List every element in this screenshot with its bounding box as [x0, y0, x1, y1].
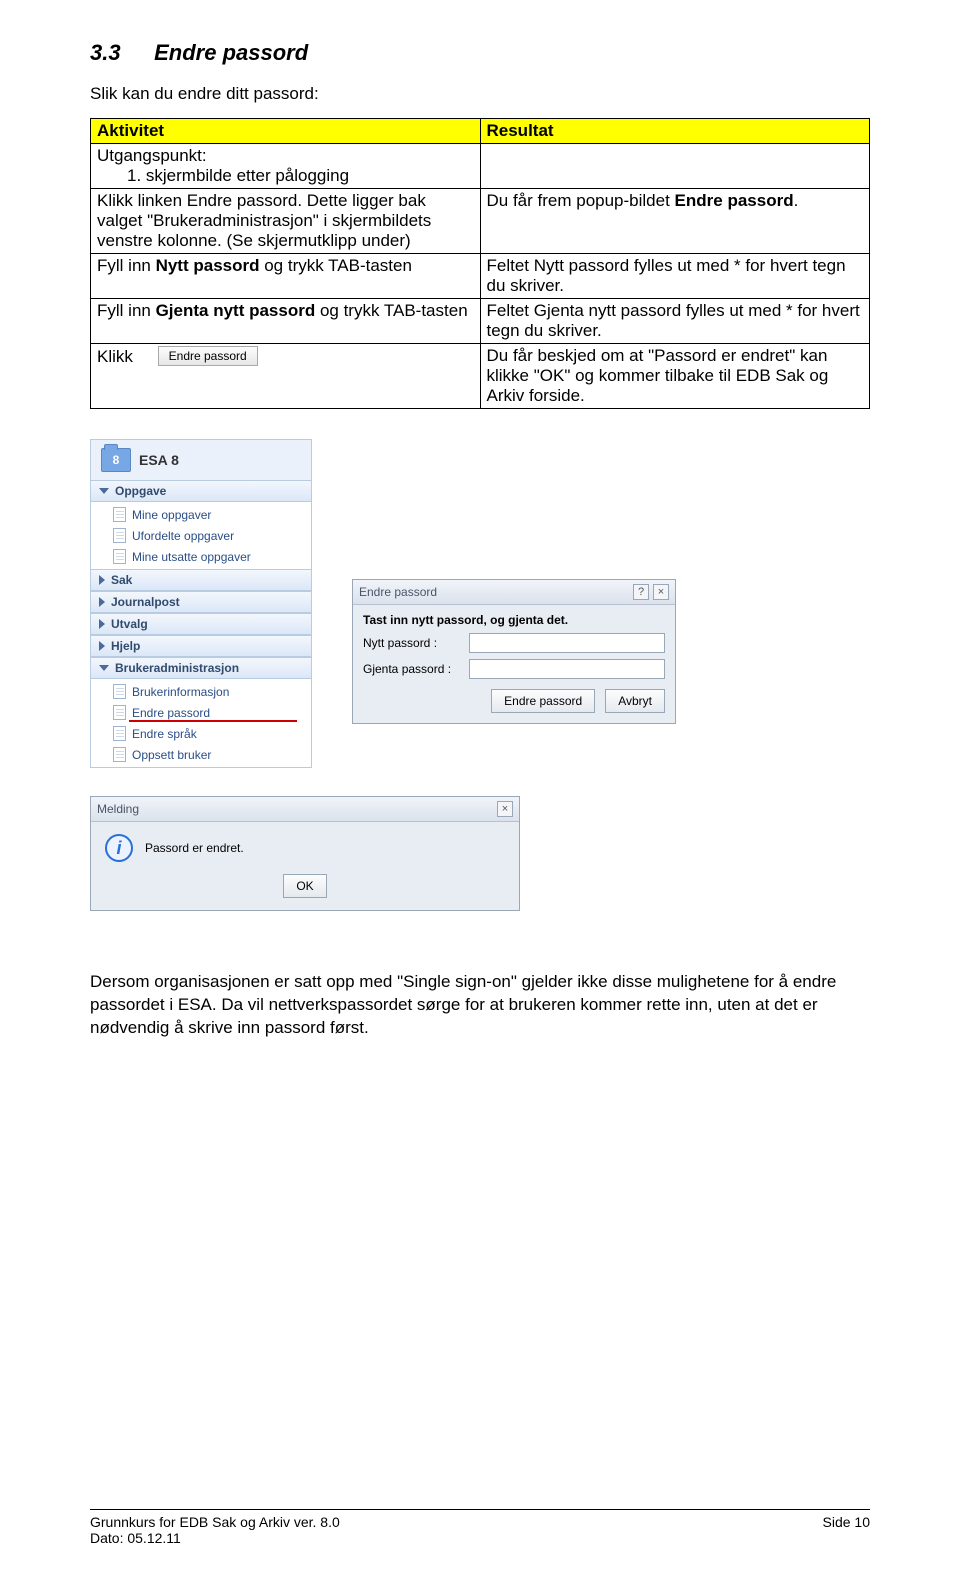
dialog-titlebar: Melding ×: [91, 797, 519, 822]
sidebar-section-label: Oppgave: [115, 484, 166, 498]
app-header: 8 ESA 8: [91, 440, 311, 480]
sidebar-section-label: Journalpost: [111, 595, 180, 609]
help-icon[interactable]: ?: [633, 584, 649, 600]
sidebar-section-label: Hjelp: [111, 639, 140, 653]
endre-passord-button[interactable]: Endre passord: [491, 689, 595, 713]
document-icon: [113, 528, 126, 543]
document-icon: [113, 705, 126, 720]
sidebar-section-header[interactable]: Hjelp: [91, 635, 311, 657]
ok-button[interactable]: OK: [283, 874, 326, 898]
folder-icon: 8: [101, 448, 131, 472]
new-password-input[interactable]: [469, 633, 665, 653]
dialog-title: Endre passord: [359, 585, 437, 599]
melding-text: Passord er endret.: [145, 841, 244, 855]
sidebar-item-label: Endre språk: [132, 727, 197, 741]
footer-page-number: Side 10: [823, 1514, 870, 1546]
chevron-right-icon: [99, 575, 105, 585]
sidebar-section-header[interactable]: Journalpost: [91, 591, 311, 613]
sidebar-item[interactable]: Endre språk: [91, 723, 311, 744]
close-icon[interactable]: ×: [653, 584, 669, 600]
chevron-right-icon: [99, 641, 105, 651]
sidebar-section-header[interactable]: Brukeradministrasjon: [91, 657, 311, 679]
endre-passord-dialog: Endre passord ? × Tast inn nytt passord,…: [352, 579, 676, 724]
chevron-down-icon: [99, 488, 109, 494]
sidebar-item-label: Mine utsatte oppgaver: [132, 550, 251, 564]
sidebar-item-label: Endre passord: [132, 706, 210, 720]
sidebar-section-label: Sak: [111, 573, 132, 587]
footer-left-line2: Dato: 05.12.11: [90, 1530, 340, 1546]
cell-text: Utgangspunkt:: [97, 146, 474, 166]
chevron-down-icon: [99, 665, 109, 671]
sidebar-section-header[interactable]: Sak: [91, 569, 311, 591]
close-icon[interactable]: ×: [497, 801, 513, 817]
document-icon: [113, 507, 126, 522]
dialog-title: Melding: [97, 802, 139, 816]
section-heading: 3.3 Endre passord: [90, 40, 870, 66]
heading-number: 3.3: [90, 40, 148, 66]
intro-text: Slik kan du endre ditt passord:: [90, 84, 870, 104]
document-icon: [113, 549, 126, 564]
cell-text: Du får beskjed om at "Passord er endret"…: [480, 344, 870, 409]
activity-table: Aktivitet Resultat Utgangspunkt: 1. skje…: [90, 118, 870, 409]
sidebar-item-label: Oppsett bruker: [132, 748, 211, 762]
melding-dialog: Melding × i Passord er endret. OK: [90, 796, 520, 911]
repeat-password-input[interactable]: [469, 659, 665, 679]
cell-text: Klikk linken Endre passord. Dette ligger…: [91, 189, 481, 254]
table-row: Klikk linken Endre passord. Dette ligger…: [91, 189, 870, 254]
cell-text: [480, 144, 870, 189]
sidebar-item[interactable]: Endre passord: [91, 702, 311, 723]
sidebar-item-label: Brukerinformasjon: [132, 685, 229, 699]
table-row: Fyll inn Gjenta nytt passord og trykk TA…: [91, 299, 870, 344]
sidebar-item[interactable]: Mine oppgaver: [91, 504, 311, 525]
list-item: 1. skjermbilde etter pålogging: [97, 166, 474, 186]
cell-text: Fyll inn Nytt passord og trykk TAB-taste…: [91, 254, 481, 299]
sidebar-section-header[interactable]: Oppgave: [91, 480, 311, 502]
document-icon: [113, 747, 126, 762]
chevron-right-icon: [99, 619, 105, 629]
document-icon: [113, 684, 126, 699]
cell-text: Du får frem popup-bildet Endre passord.: [480, 189, 870, 254]
cell-text: Feltet Nytt passord fylles ut med * for …: [480, 254, 870, 299]
table-row: Klikk Endre passord Du får beskjed om at…: [91, 344, 870, 409]
sidebar-section-label: Brukeradministrasjon: [115, 661, 239, 675]
sidebar-item[interactable]: Oppsett bruker: [91, 744, 311, 765]
cell-text: Feltet Gjenta nytt passord fylles ut med…: [480, 299, 870, 344]
app-title: ESA 8: [139, 452, 179, 468]
document-icon: [113, 726, 126, 741]
sidebar-item[interactable]: Mine utsatte oppgaver: [91, 546, 311, 567]
sidebar-item-label: Ufordelte oppgaver: [132, 529, 234, 543]
footer-left-line1: Grunnkurs for EDB Sak og Arkiv ver. 8.0: [90, 1514, 340, 1530]
label-repeat-password: Gjenta passord :: [363, 662, 463, 676]
highlight-underline: [129, 720, 297, 722]
chevron-right-icon: [99, 597, 105, 607]
sidebar-section-label: Utvalg: [111, 617, 148, 631]
table-row: Utgangspunkt: 1. skjermbilde etter pålog…: [91, 144, 870, 189]
col-header-resultat: Resultat: [480, 119, 870, 144]
sidebar-item-label: Mine oppgaver: [132, 508, 211, 522]
sidebar-item[interactable]: Ufordelte oppgaver: [91, 525, 311, 546]
page-footer: Grunnkurs for EDB Sak og Arkiv ver. 8.0 …: [90, 1509, 870, 1546]
heading-title: Endre passord: [154, 40, 308, 65]
closing-paragraph: Dersom organisasjonen er satt opp med "S…: [90, 971, 870, 1040]
endre-passord-inline-button: Endre passord: [158, 346, 258, 366]
sidebar-section-header[interactable]: Utvalg: [91, 613, 311, 635]
cell-text: Fyll inn Gjenta nytt passord og trykk TA…: [91, 299, 481, 344]
info-icon: i: [105, 834, 133, 862]
table-row: Fyll inn Nytt passord og trykk TAB-taste…: [91, 254, 870, 299]
label-new-password: Nytt passord :: [363, 636, 463, 650]
sidebar-screenshot: 8 ESA 8 Oppgave Mine oppgaver Ufordelte op…: [90, 439, 312, 768]
dialog-prompt: Tast inn nytt passord, og gjenta det.: [363, 613, 665, 627]
col-header-aktivitet: Aktivitet: [91, 119, 481, 144]
avbryt-button[interactable]: Avbryt: [605, 689, 665, 713]
sidebar-item[interactable]: Brukerinformasjon: [91, 681, 311, 702]
cell-text: Klikk Endre passord: [91, 344, 481, 409]
dialog-titlebar: Endre passord ? ×: [353, 580, 675, 605]
